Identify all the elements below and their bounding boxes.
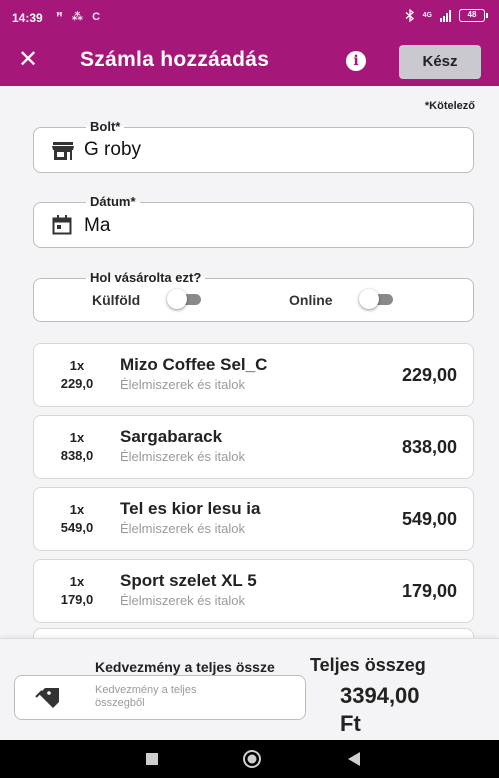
list-item[interactable]: 1x 179,0 Sport szelet XL 5 Élelmiszerek é… [33,559,474,623]
item-price: 179,00 [401,581,457,601]
item-category: Élelmiszerek és italok [120,377,245,392]
item-price: 229,00 [401,365,457,385]
discount-label: Kedvezmény a teljes össze [95,659,275,675]
tag-icon [35,688,59,708]
status-right-icons: 4G 48 [405,9,488,22]
purchase-location-group: Hol vásárolta ezt? Külföld Online [33,270,474,322]
date-label: Dátum* [86,194,140,209]
item-name: Sargabarack [120,427,223,446]
bluetooth-icon [405,9,414,22]
abroad-label: Külföld [92,292,141,308]
discount-placeholder: Kedvezmény a teljes összegből [95,684,197,709]
store-field[interactable]: Bolt* G roby [33,119,474,173]
recents-icon[interactable] [146,753,158,765]
list-item[interactable]: 1x 229,0 Mizo Coffee Sel_C Élelmiszerek é… [33,343,474,407]
item-category: Élelmiszerek és italok [120,521,245,536]
store-label: Bolt* [86,119,125,134]
purchase-location-legend: Hol vásárolta ezt? [86,270,206,285]
date-value: Ma [84,215,111,236]
page-title: Számla hozzáadás [80,48,270,71]
item-quantity: 1x 838,0 [60,430,94,463]
discount-input[interactable]: Kedvezmény a teljes össze Kedvezmény a t… [14,659,306,720]
total-amount: 3394,00 Ft [340,683,420,736]
abroad-toggle[interactable] [167,289,203,309]
store-icon [52,142,74,160]
signal-icon [440,9,451,22]
total-label: Teljes összeg [310,655,426,675]
close-icon[interactable]: ✕ [14,46,42,74]
network-label: 4G [422,12,432,19]
date-field[interactable]: Dátum* Ma [33,194,474,248]
calendar-icon [52,215,72,235]
item-quantity: 1x 549,0 [60,502,94,535]
item-price: 549,00 [401,509,457,529]
app-bar: ✕ Számla hozzáadás i Kész [0,36,499,86]
summary-footer: Kedvezmény a teljes össze Kedvezmény a t… [0,638,499,740]
item-category: Élelmiszerek és italok [120,449,245,464]
back-icon[interactable] [348,752,360,766]
item-name: Mizo Coffee Sel_C [120,355,268,374]
item-category: Élelmiszerek és italok [120,593,245,608]
home-icon[interactable] [242,749,262,769]
battery-icon: 48 [459,9,488,22]
notification-icons: ꟸ ⁂ C [56,11,104,23]
online-toggle[interactable] [359,289,395,309]
item-price: 838,00 [401,437,457,457]
status-bar: 14:39 ꟸ ⁂ C 4G 48 [0,0,499,36]
status-time: 14:39 [12,11,43,25]
list-item[interactable]: 1x 549,0 Tel es kior lesu ia Élelmiszerek… [33,487,474,551]
info-icon[interactable]: i [346,51,366,71]
done-button[interactable]: Kész [399,45,481,79]
store-value: G roby [84,139,142,160]
required-note: *Kötelező [424,100,475,112]
item-quantity: 1x 179,0 [60,574,94,607]
list-item[interactable]: 1x 838,0 Sargabarack Élelmiszerek és ital… [33,415,474,479]
item-quantity: 1x 229,0 [60,358,94,391]
system-nav-bar [0,740,499,778]
item-name: Tel es kior lesu ia [120,499,261,518]
item-name: Sport szelet XL 5 [120,571,257,590]
online-label: Online [289,292,333,308]
